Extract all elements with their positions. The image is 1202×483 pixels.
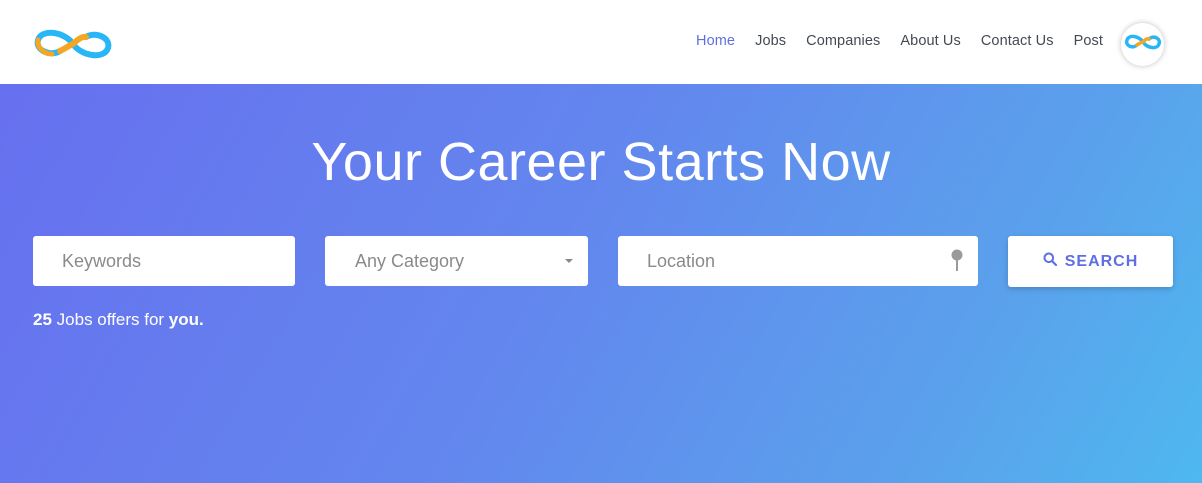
magnifier-icon — [1043, 252, 1065, 271]
search-button[interactable]: SEARCH — [1008, 236, 1173, 287]
keywords-field — [33, 236, 295, 286]
jobs-count-number: 25 — [33, 310, 52, 329]
hero-title: Your Career Starts Now — [311, 132, 891, 192]
infinity-avatar-icon — [1123, 32, 1163, 57]
jobs-count-text: 25 Jobs offers for you. — [33, 310, 204, 330]
main-nav: Home Jobs Companies About Us Contact Us … — [676, 33, 1103, 49]
search-button-label: SEARCH — [1064, 252, 1139, 270]
map-pin-icon — [950, 249, 964, 273]
location-input[interactable] — [618, 236, 978, 286]
chevron-down-icon — [565, 259, 573, 263]
category-select[interactable]: Any Category — [325, 236, 588, 286]
location-field — [618, 236, 978, 286]
jobs-count-suffix: you. — [168, 310, 204, 329]
user-avatar[interactable] — [1121, 23, 1164, 66]
category-selected-value: Any Category — [355, 250, 465, 271]
nav-contact-link[interactable]: Contact Us — [981, 33, 1054, 49]
nav-home-link[interactable]: Home — [696, 33, 735, 49]
nav-companies-link[interactable]: Companies — [806, 33, 880, 49]
jobs-count-label: Jobs offers for — [56, 310, 165, 329]
nav-jobs-link[interactable]: Jobs — [755, 33, 786, 49]
navbar: Home Jobs Companies About Us Contact Us … — [0, 0, 1202, 84]
infinity-logo-icon[interactable] — [32, 24, 114, 64]
nav-about-link[interactable]: About Us — [900, 33, 960, 49]
hero-section: Your Career Starts Now Any Category SEAR… — [0, 84, 1202, 483]
nav-post-link[interactable]: Post — [1074, 33, 1103, 49]
keywords-input[interactable] — [33, 236, 295, 286]
